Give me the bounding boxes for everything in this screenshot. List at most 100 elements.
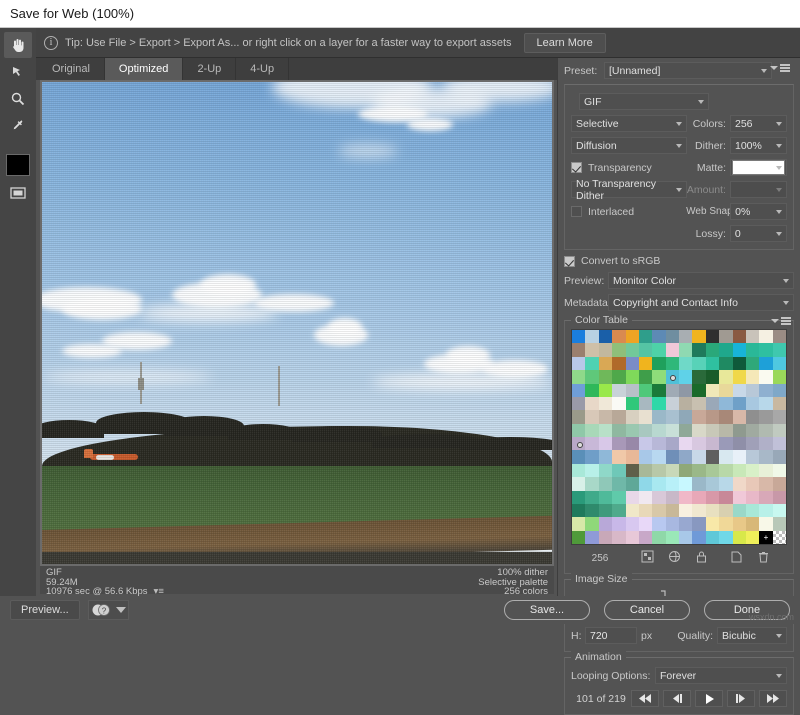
- preview-select[interactable]: Monitor Color: [608, 272, 794, 289]
- color-swatch[interactable]: [733, 504, 746, 517]
- color-swatch[interactable]: [572, 517, 585, 530]
- color-swatch[interactable]: [679, 357, 692, 370]
- interlaced-checkbox[interactable]: [571, 206, 582, 217]
- dither-algorithm-select[interactable]: Diffusion: [571, 137, 687, 154]
- color-swatch[interactable]: [746, 491, 759, 504]
- color-swatch[interactable]: [639, 357, 652, 370]
- color-swatch[interactable]: [572, 370, 585, 383]
- color-swatch[interactable]: [612, 504, 625, 517]
- color-swatch[interactable]: [585, 517, 598, 530]
- color-swatch[interactable]: [706, 410, 719, 423]
- color-swatch[interactable]: [759, 531, 772, 544]
- color-swatch[interactable]: [719, 491, 732, 504]
- color-swatch[interactable]: [773, 384, 786, 397]
- slice-select-tool[interactable]: [4, 59, 32, 85]
- color-swatch[interactable]: [612, 343, 625, 356]
- color-swatch[interactable]: [652, 384, 665, 397]
- color-swatch[interactable]: [706, 464, 719, 477]
- delete-color-icon[interactable]: [757, 550, 770, 566]
- transparency-checkbox[interactable]: [571, 162, 582, 173]
- color-swatch[interactable]: [652, 464, 665, 477]
- color-swatch[interactable]: [759, 464, 772, 477]
- color-swatch[interactable]: [733, 330, 746, 343]
- next-frame-button[interactable]: [727, 690, 755, 707]
- toggle-slices-visibility-icon[interactable]: [4, 180, 32, 206]
- color-swatch[interactable]: [746, 330, 759, 343]
- web-shift-icon[interactable]: [668, 550, 681, 566]
- color-swatch[interactable]: [599, 504, 612, 517]
- zoom-tool[interactable]: [4, 86, 32, 112]
- preview-browser-selector[interactable]: ?: [88, 600, 129, 620]
- color-swatch[interactable]: [599, 437, 612, 450]
- snap-to-web-icon[interactable]: [641, 550, 654, 566]
- color-swatch[interactable]: [746, 504, 759, 517]
- color-swatch[interactable]: [746, 397, 759, 410]
- color-swatch[interactable]: [612, 397, 625, 410]
- color-swatch[interactable]: [639, 504, 652, 517]
- color-swatch[interactable]: [679, 410, 692, 423]
- color-swatch[interactable]: [652, 477, 665, 490]
- color-swatch[interactable]: [599, 477, 612, 490]
- color-swatch[interactable]: [733, 464, 746, 477]
- color-swatch[interactable]: [585, 531, 598, 544]
- color-swatch[interactable]: [692, 491, 705, 504]
- color-swatch[interactable]: [639, 397, 652, 410]
- color-swatch[interactable]: [746, 477, 759, 490]
- color-swatch[interactable]: [585, 491, 598, 504]
- color-swatch[interactable]: [572, 464, 585, 477]
- color-swatch[interactable]: [759, 357, 772, 370]
- color-swatch[interactable]: [599, 410, 612, 423]
- color-swatch[interactable]: [719, 370, 732, 383]
- color-swatch[interactable]: [639, 531, 652, 544]
- hand-tool[interactable]: [4, 32, 32, 58]
- color-swatch[interactable]: [585, 437, 598, 450]
- color-swatch[interactable]: [612, 477, 625, 490]
- color-swatch[interactable]: [759, 397, 772, 410]
- color-swatch[interactable]: [626, 477, 639, 490]
- color-swatch[interactable]: [572, 397, 585, 410]
- color-swatch[interactable]: [626, 531, 639, 544]
- transparency-dither-select[interactable]: No Transparency Dither: [571, 181, 687, 198]
- color-swatch[interactable]: [612, 464, 625, 477]
- color-swatch[interactable]: [612, 384, 625, 397]
- color-swatch[interactable]: [679, 424, 692, 437]
- color-swatch[interactable]: [706, 437, 719, 450]
- color-swatch[interactable]: [719, 410, 732, 423]
- save-button[interactable]: Save...: [504, 600, 590, 620]
- image-canvas[interactable]: [40, 80, 554, 566]
- color-swatch[interactable]: [773, 330, 786, 343]
- color-swatch[interactable]: [626, 370, 639, 383]
- color-swatch[interactable]: [773, 437, 786, 450]
- color-swatch[interactable]: [666, 343, 679, 356]
- color-swatch[interactable]: [585, 330, 598, 343]
- color-swatch[interactable]: [746, 517, 759, 530]
- color-swatch[interactable]: [572, 531, 585, 544]
- tab-2up[interactable]: 2-Up: [183, 58, 236, 80]
- looping-options-select[interactable]: Forever: [655, 667, 787, 684]
- color-swatch[interactable]: [679, 384, 692, 397]
- color-swatch[interactable]: [585, 397, 598, 410]
- color-swatch[interactable]: [733, 491, 746, 504]
- color-swatch[interactable]: [652, 357, 665, 370]
- color-swatch[interactable]: [612, 531, 625, 544]
- color-swatch[interactable]: [759, 504, 772, 517]
- color-swatch[interactable]: [706, 370, 719, 383]
- color-swatch[interactable]: [652, 517, 665, 530]
- color-swatch[interactable]: [773, 410, 786, 423]
- color-swatch[interactable]: [612, 437, 625, 450]
- color-swatch[interactable]: [585, 357, 598, 370]
- lock-icon[interactable]: [695, 550, 708, 566]
- color-swatch[interactable]: [585, 343, 598, 356]
- color-swatch[interactable]: [572, 504, 585, 517]
- color-swatch[interactable]: [733, 477, 746, 490]
- color-swatch[interactable]: [706, 357, 719, 370]
- color-swatch[interactable]: [679, 450, 692, 463]
- color-swatch[interactable]: [773, 357, 786, 370]
- color-swatch[interactable]: [773, 504, 786, 517]
- color-swatch[interactable]: [639, 343, 652, 356]
- color-swatch[interactable]: [652, 450, 665, 463]
- color-swatch[interactable]: [759, 384, 772, 397]
- color-swatch[interactable]: [626, 424, 639, 437]
- color-swatch[interactable]: [719, 450, 732, 463]
- color-swatch[interactable]: [692, 531, 705, 544]
